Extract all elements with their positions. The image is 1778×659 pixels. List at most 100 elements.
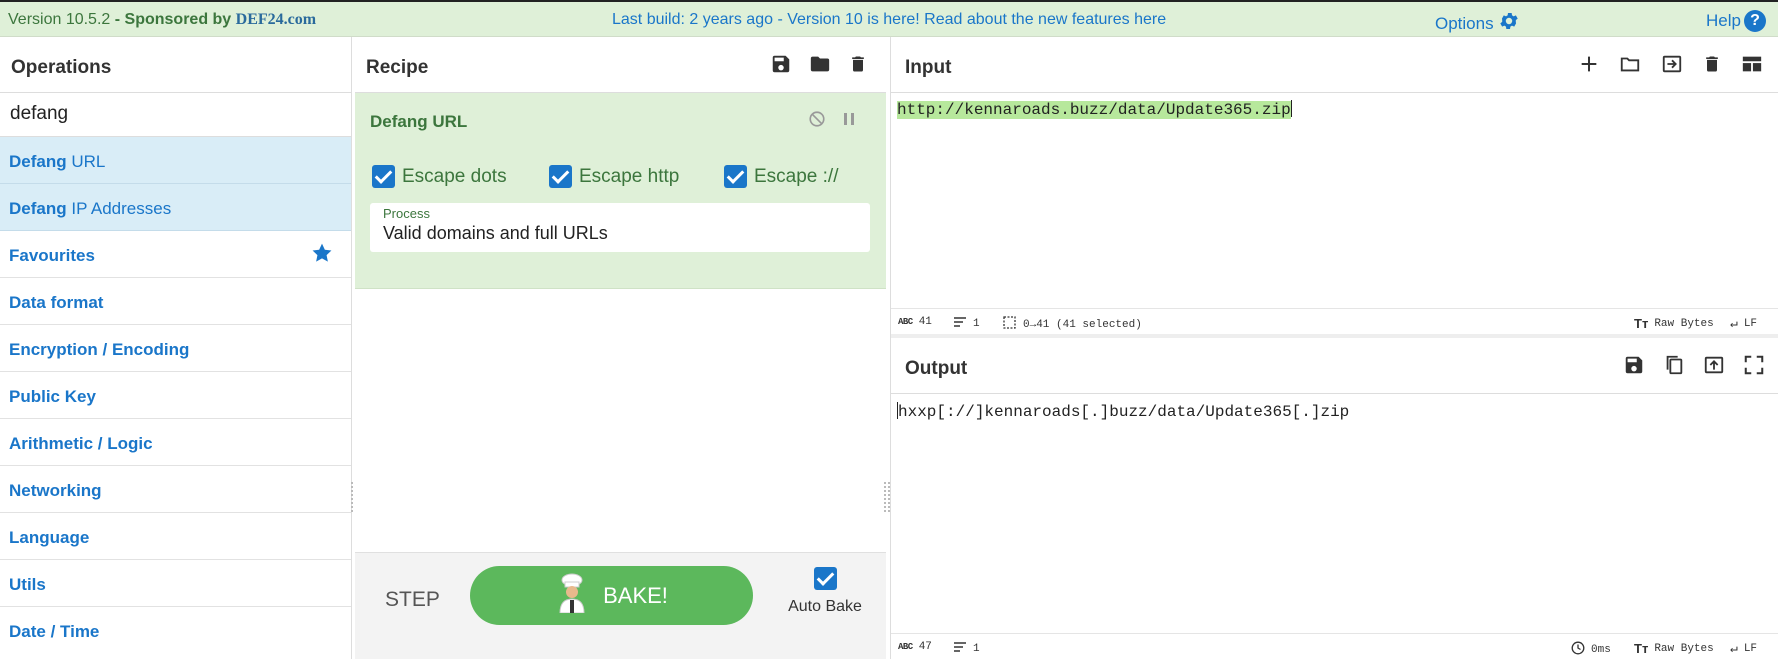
version-info: Version 10.5.2 - Sponsored by DEF24.com xyxy=(8,11,316,29)
trash-icon[interactable] xyxy=(848,53,868,81)
escape-http-checkbox[interactable] xyxy=(549,165,572,188)
output-bake-time: 0ms xyxy=(1591,644,1611,656)
output-title: Output xyxy=(905,358,968,379)
help-icon: ? xyxy=(1743,10,1766,32)
input-title: Input xyxy=(905,57,952,78)
category-favourites[interactable]: Favourites xyxy=(0,231,351,278)
abc-icon: ABC xyxy=(898,317,913,327)
output-status-bar: ABC 47 1 0ms Tт Raw Bytes ↵ LF xyxy=(891,633,1778,659)
category-data-format[interactable]: Data format xyxy=(0,278,351,325)
category-label: Language xyxy=(9,528,90,547)
escape-http-option[interactable]: Escape http xyxy=(549,165,679,188)
input-lines: 1 xyxy=(953,316,980,332)
search-result-defang-ip[interactable]: Defang IP Addresses xyxy=(0,184,351,231)
category-public-key[interactable]: Public Key xyxy=(0,372,351,419)
input-eol: LF xyxy=(1743,317,1758,330)
open-folder-icon[interactable] xyxy=(1618,53,1642,81)
disable-icon[interactable] xyxy=(808,110,826,133)
output-header: Output xyxy=(891,338,1778,394)
escape-dots-option[interactable]: Escape dots xyxy=(372,165,507,188)
escape-protocol-option[interactable]: Escape :// xyxy=(724,165,839,188)
recipe-title: Recipe xyxy=(366,57,429,78)
clear-input-icon[interactable] xyxy=(1702,53,1722,81)
input-selection: 0→41 (41 selected) xyxy=(1003,316,1142,334)
output-length: ABC 47 xyxy=(898,641,932,653)
open-file-icon[interactable] xyxy=(1660,53,1684,81)
escape-protocol-checkbox[interactable] xyxy=(724,165,747,188)
auto-bake-option[interactable]: Auto Bake xyxy=(785,567,865,616)
selection-icon xyxy=(1003,316,1017,334)
ops-resize-handle[interactable] xyxy=(351,482,354,512)
category-label: Encryption / Encoding xyxy=(9,340,190,359)
output-char-count: 47 xyxy=(918,641,932,653)
save-output-icon[interactable] xyxy=(1623,354,1645,382)
output-text: hxxp[://]kennaroads[.]buzz/data/Update36… xyxy=(898,403,1350,421)
text-size-icon: Tт xyxy=(1634,316,1649,331)
folder-icon[interactable] xyxy=(808,53,832,81)
plus-icon[interactable] xyxy=(1578,53,1600,81)
category-date-time[interactable]: Date / Time xyxy=(0,607,351,654)
bake-button[interactable]: BAKE! xyxy=(470,566,753,625)
build-notice-link[interactable]: Last build: 2 years ago - Version 10 is … xyxy=(612,11,1166,29)
category-arithmetic-logic[interactable]: Arithmetic / Logic xyxy=(0,419,351,466)
pause-icon[interactable] xyxy=(842,110,856,133)
input-char-count: 41 xyxy=(918,316,932,328)
input-encoding-button[interactable]: Tт Raw Bytes xyxy=(1634,316,1714,331)
operation-controls xyxy=(808,110,856,133)
recipe-operation-defang-url[interactable]: Defang URL Escape dots Escape http Escap… xyxy=(355,93,886,289)
process-select[interactable]: Process Valid domains and full URLs xyxy=(370,203,870,252)
escape-dots-label: Escape dots xyxy=(402,165,507,187)
input-text: http://kennaroads.buzz/data/Update365.zi… xyxy=(897,101,1291,119)
category-label: Networking xyxy=(9,481,102,500)
escape-dots-checkbox[interactable] xyxy=(372,165,395,188)
fullscreen-icon[interactable] xyxy=(1743,354,1765,382)
recipe-header: Recipe xyxy=(355,37,886,93)
result-match-text: Defang xyxy=(9,199,67,218)
input-line-count: 1 xyxy=(973,318,980,330)
step-button[interactable]: STEP xyxy=(385,588,440,612)
layout-icon[interactable] xyxy=(1740,53,1764,81)
top-banner: Version 10.5.2 - Sponsored by DEF24.com … xyxy=(0,0,1778,37)
output-eol-button[interactable]: ↵ LF xyxy=(1730,641,1757,656)
version-label: Version 10.5.2 xyxy=(8,11,111,28)
output-encoding-button[interactable]: Tт Raw Bytes xyxy=(1634,641,1714,656)
category-language[interactable]: Language xyxy=(0,513,351,560)
category-encryption-encoding[interactable]: Encryption / Encoding xyxy=(0,325,351,372)
output-textarea[interactable]: hxxp[://]kennaroads[.]buzz/data/Update36… xyxy=(897,402,1349,421)
return-icon: ↵ xyxy=(1730,641,1738,656)
category-utils[interactable]: Utils xyxy=(0,560,351,607)
category-label: Date / Time xyxy=(9,622,100,641)
sponsored-prefix: - Sponsored by xyxy=(114,11,232,28)
escape-protocol-label: Escape :// xyxy=(754,165,839,187)
input-eol-button[interactable]: ↵ LF xyxy=(1730,316,1757,331)
process-value: Valid domains and full URLs xyxy=(383,223,608,243)
category-label: Arithmetic / Logic xyxy=(9,434,153,453)
input-toolbar xyxy=(1578,53,1764,81)
bake-label: BAKE! xyxy=(603,582,668,608)
recipe-pane: Recipe Defang URL Escape dots Escape htt… xyxy=(355,37,886,659)
operations-search-input[interactable]: defang xyxy=(0,93,351,137)
help-button[interactable]: Help ? xyxy=(1706,10,1766,32)
search-result-defang-url[interactable]: Defang URL xyxy=(0,137,351,184)
output-toolbar xyxy=(1623,354,1765,382)
input-length: ABC 41 xyxy=(898,316,932,328)
input-textarea[interactable]: http://kennaroads.buzz/data/Update365.zi… xyxy=(897,100,1292,119)
recipe-resize-handle[interactable] xyxy=(884,482,887,512)
operations-pane: Operations defang Defang URL Defang IP A… xyxy=(0,37,354,659)
io-resize-handle[interactable] xyxy=(888,482,891,512)
auto-bake-checkbox[interactable] xyxy=(813,567,837,590)
save-icon[interactable] xyxy=(770,53,792,81)
input-caret xyxy=(1290,100,1292,117)
input-header: Input xyxy=(891,37,1778,93)
process-label: Process xyxy=(383,206,430,221)
sponsor-link[interactable]: DEF24.com xyxy=(236,11,316,28)
lines-icon xyxy=(953,316,967,332)
output-encoding: Raw Bytes xyxy=(1654,642,1714,655)
gear-icon xyxy=(1498,10,1520,37)
category-networking[interactable]: Networking xyxy=(0,466,351,513)
copy-icon[interactable] xyxy=(1663,354,1685,382)
input-selection-range: 0→41 (41 selected) xyxy=(1023,319,1142,331)
replace-input-icon[interactable] xyxy=(1703,354,1725,382)
options-button[interactable]: Options xyxy=(1435,10,1520,37)
abc-icon: ABC xyxy=(898,642,913,652)
